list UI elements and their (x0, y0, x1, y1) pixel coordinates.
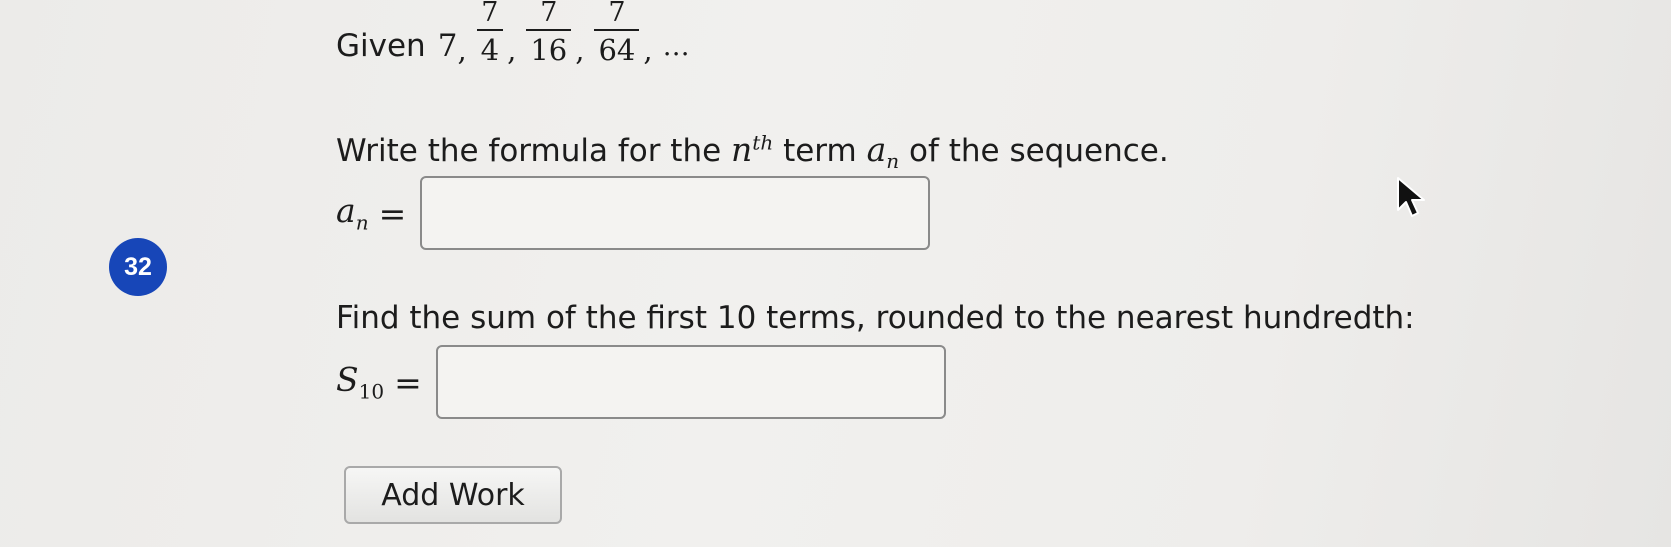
term-separator: , (507, 33, 517, 67)
term-4-denominator: 64 (598, 33, 636, 67)
term-2-numerator: 7 (481, 0, 499, 28)
term-separator: , (643, 33, 653, 67)
an-label: an (336, 191, 369, 235)
term-3-numerator: 7 (540, 0, 558, 28)
equals-sign: = (378, 193, 407, 233)
term-4-numerator: 7 (608, 0, 626, 28)
sequence-ellipsis: … (662, 30, 690, 62)
question-number-badge: 32 (109, 238, 167, 296)
term-3-denominator: 16 (530, 33, 568, 67)
formula-prompt: Write the formula for the nth term an of… (336, 130, 1169, 173)
an-label-main: a (336, 191, 356, 231)
mouse-pointer-icon (1397, 177, 1425, 217)
given-label: Given (336, 28, 426, 64)
first-term: 7 (437, 28, 458, 64)
add-work-button[interactable]: Add Work (344, 466, 562, 524)
formula-answer-input[interactable] (420, 176, 931, 250)
term-fraction-4: 7 64 (594, 0, 640, 67)
sum-prompt: Find the sum of the first 10 terms, roun… (336, 300, 1415, 336)
fraction-bar (526, 29, 572, 31)
prompt-after: of the sequence. (909, 133, 1169, 169)
formula-answer-row: an = (336, 176, 931, 250)
equals-sign: = (394, 362, 422, 402)
term-2-denominator: 4 (480, 33, 500, 67)
term-separator: , (575, 33, 585, 67)
sum-answer-row: S10 = (336, 345, 946, 419)
prompt-before: Write the formula for the (336, 133, 722, 169)
s10-label: S10 (336, 360, 384, 404)
given-sequence: Given 7 , 7 4 , 7 16 , 7 64 , … (336, 0, 690, 86)
term-fraction-2: 7 4 (476, 0, 504, 67)
fraction-bar (476, 29, 504, 31)
n-subscript: n (886, 149, 900, 174)
s10-label-main: S (336, 360, 359, 400)
a-symbol: a (866, 130, 887, 169)
term-separator: , (457, 33, 467, 67)
n-symbol: n (731, 130, 753, 169)
prompt-middle: term (783, 133, 857, 169)
fraction-bar (594, 29, 640, 31)
an-label-sub: n (355, 210, 369, 235)
s10-label-sub: 10 (358, 379, 385, 404)
th-superscript: th (752, 130, 774, 155)
sum-answer-input[interactable] (435, 345, 946, 419)
term-fraction-3: 7 16 (526, 0, 572, 67)
